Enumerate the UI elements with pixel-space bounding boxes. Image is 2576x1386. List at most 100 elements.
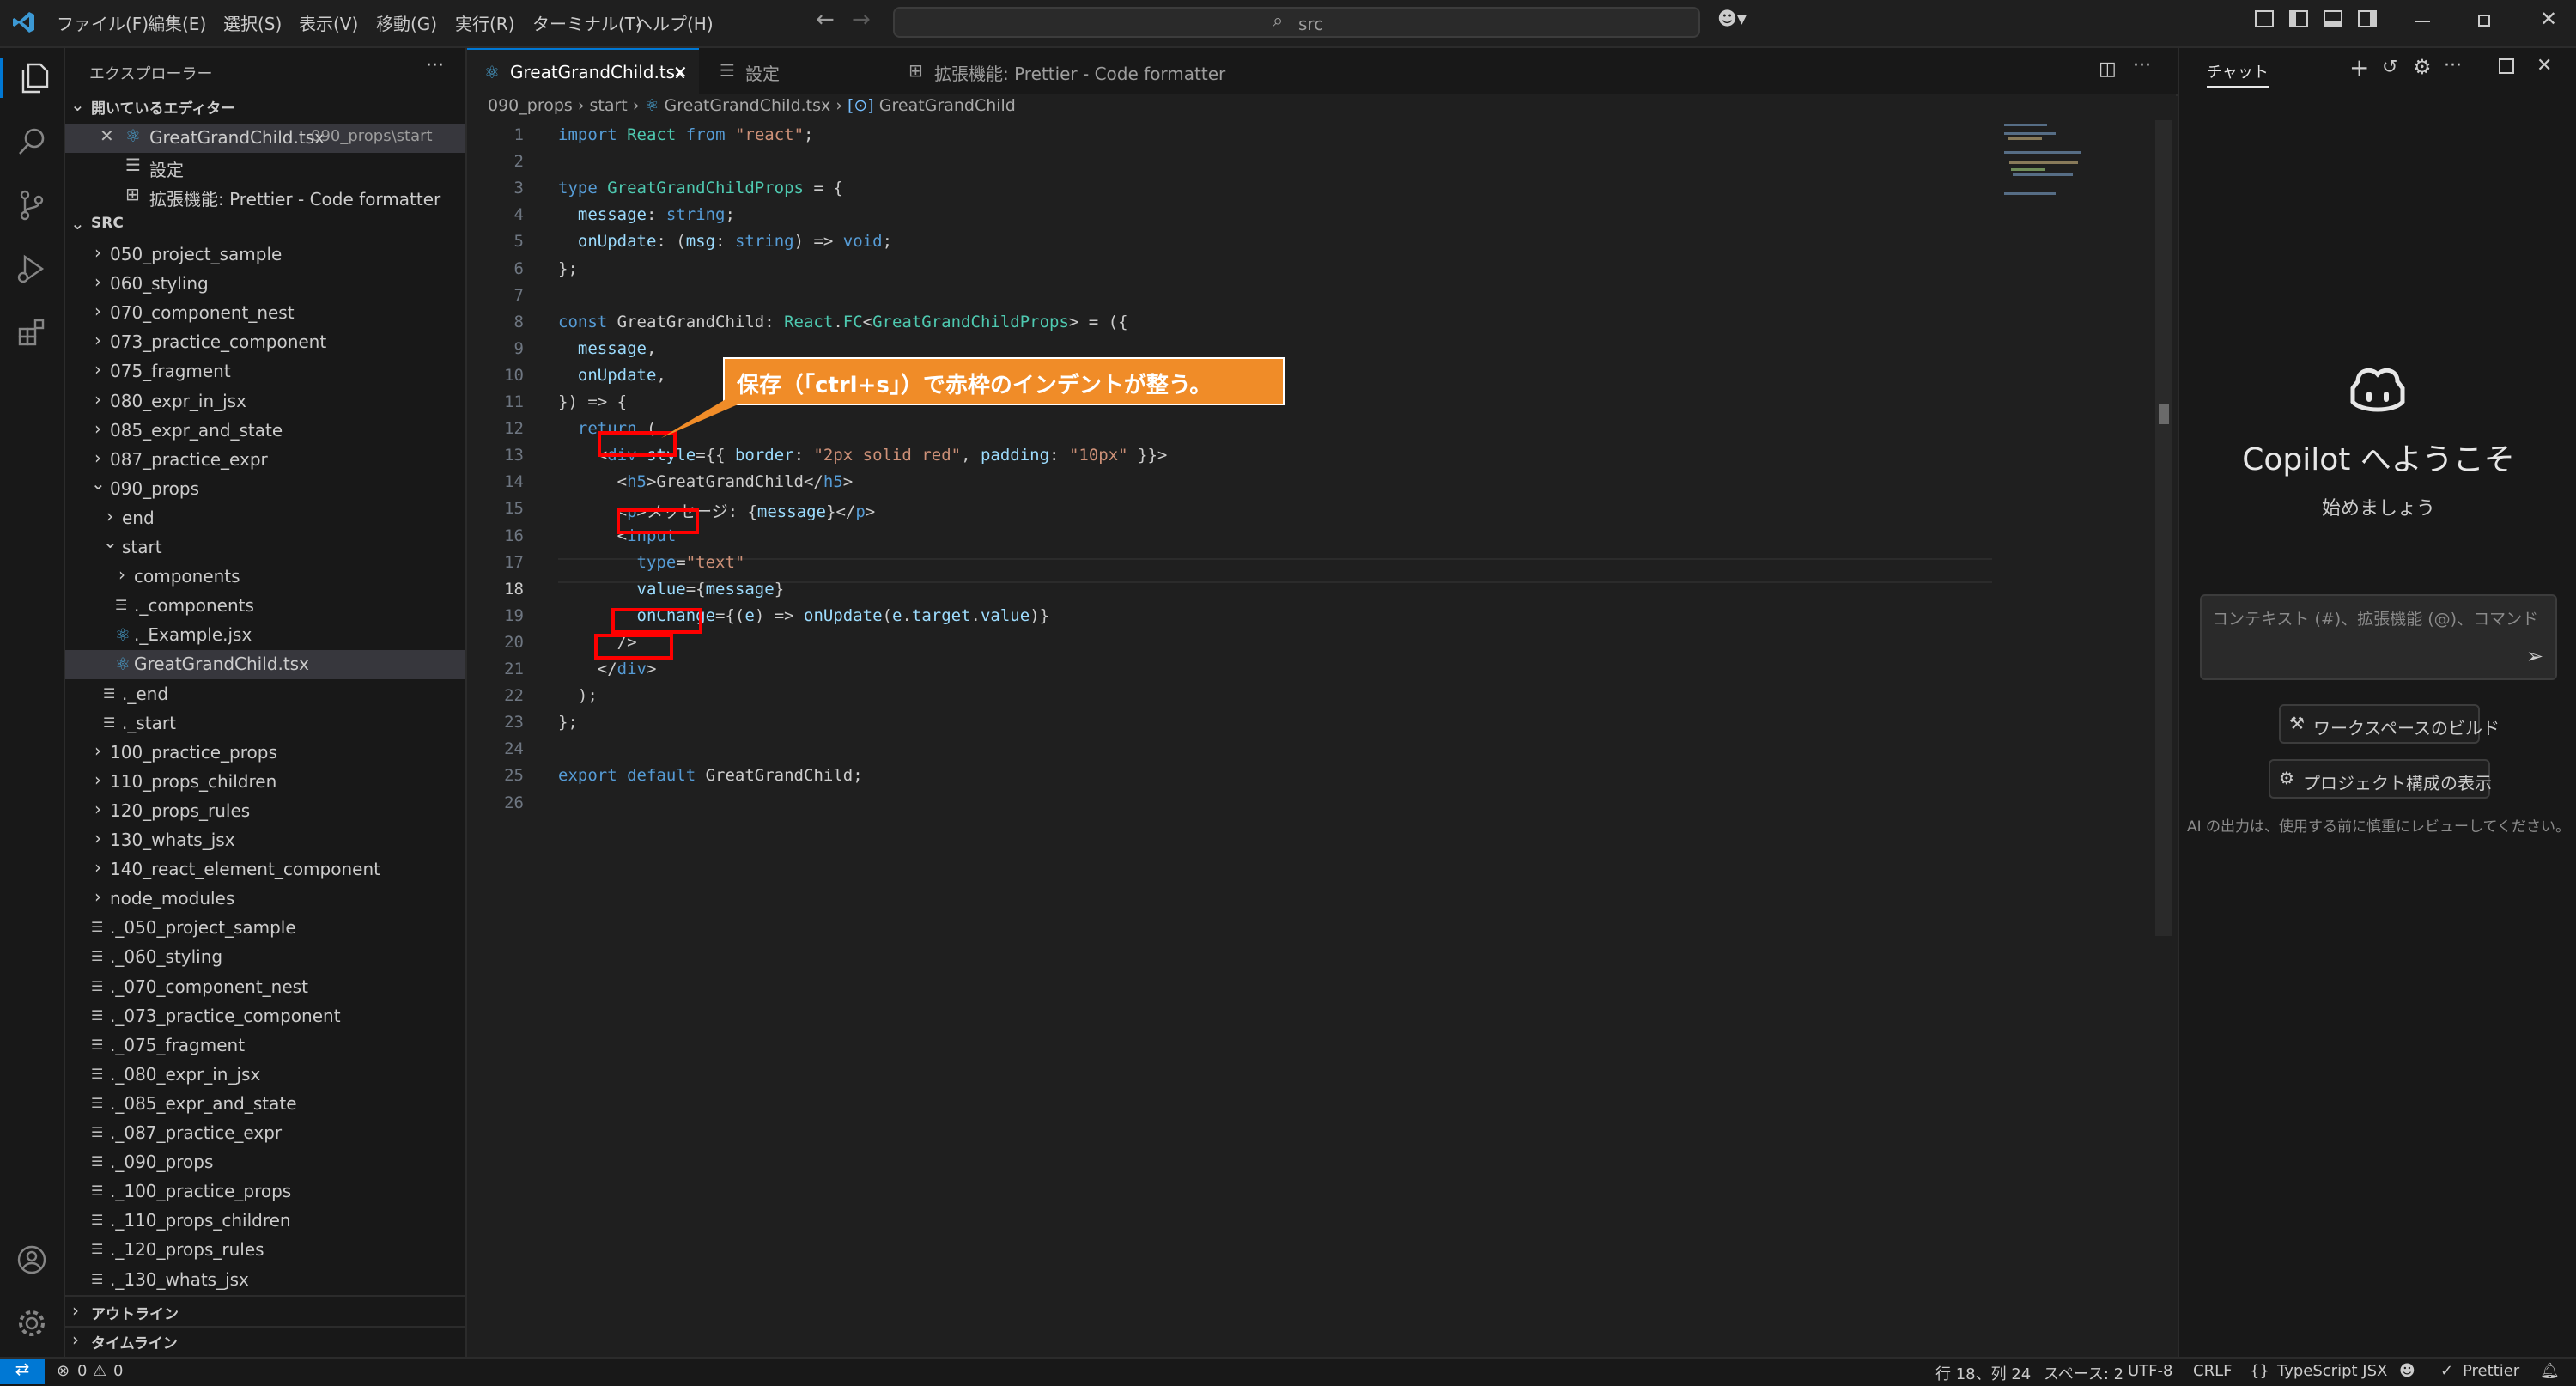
breadcrumb-item[interactable]: start xyxy=(590,96,628,115)
tree-file-item[interactable]: ⚛ GreatGrandChild.tsx xyxy=(65,650,465,680)
close-window-icon[interactable]: ✕ xyxy=(2540,7,2557,31)
warning-icon[interactable]: ⚠ xyxy=(93,1362,106,1380)
tab-greatgrandchild[interactable]: ⚛ GreatGrandChild.tsx ✕ xyxy=(467,48,699,96)
code-line[interactable]: message, xyxy=(558,339,657,358)
code-line[interactable]: type="text" xyxy=(558,553,745,572)
encoding[interactable]: UTF-8 xyxy=(2128,1362,2172,1380)
code-editor[interactable] xyxy=(467,94,2176,1357)
notifications-bell-icon[interactable]: 🔔︎ xyxy=(2540,1362,2560,1380)
open-editors-header[interactable]: ⌄ 開いているエディター xyxy=(65,93,465,122)
toggle-sidebar-icon[interactable] xyxy=(2289,10,2308,27)
tree-folder-item[interactable]: ⌄ start xyxy=(65,532,465,562)
breadcrumb-item[interactable]: 090_props xyxy=(488,96,573,115)
code-line[interactable]: }; xyxy=(558,259,578,278)
error-count[interactable]: 0 xyxy=(77,1362,87,1380)
editor-more-icon[interactable]: ··· xyxy=(2133,55,2151,76)
timeline-section[interactable]: › タイムライン xyxy=(65,1328,465,1357)
code-line[interactable]: <p>メッセージ: {message}</p> xyxy=(558,499,876,522)
tree-folder-item[interactable]: › 050_project_sample xyxy=(65,240,465,270)
split-editor-icon[interactable]: ◫ xyxy=(2099,58,2117,80)
minimap[interactable] xyxy=(2001,120,2087,198)
forward-arrow-icon[interactable]: → xyxy=(852,7,871,33)
tree-folder-item[interactable]: › end xyxy=(65,504,465,533)
back-arrow-icon[interactable]: ← xyxy=(816,7,835,33)
chat-title[interactable]: チャット xyxy=(2207,60,2269,88)
toggle-panel-icon[interactable] xyxy=(2324,10,2342,27)
tree-file-item[interactable]: ☰ ._110_props_children xyxy=(65,1207,465,1236)
customize-layout-icon[interactable] xyxy=(2255,10,2274,27)
tree-folder-item[interactable]: › 073_practice_component xyxy=(65,328,465,357)
explorer-more-icon[interactable]: ··· xyxy=(426,55,444,76)
tree-file-item[interactable]: ☰ ._130_whats_jsx xyxy=(65,1266,465,1295)
tree-file-item[interactable]: ☰ ._components xyxy=(65,592,465,621)
tree-file-item[interactable]: ☰ ._070_component_nest xyxy=(65,973,465,1002)
menu-selection[interactable]: 選択(S) xyxy=(223,10,282,35)
code-line[interactable]: onUpdate: (msg: string) => void; xyxy=(558,232,892,251)
command-center-search[interactable]: ⌕ src xyxy=(893,7,1700,38)
restore-icon[interactable] xyxy=(2478,15,2490,27)
gear-icon[interactable]: ⚙ xyxy=(2413,55,2432,79)
menu-file[interactable]: ファイル(F) xyxy=(57,10,149,35)
tree-file-item[interactable]: ☰ ._073_practice_component xyxy=(65,1002,465,1031)
tree-file-item[interactable]: ☰ ._start xyxy=(65,709,465,739)
indentation[interactable]: スペース: 2 xyxy=(2044,1362,2123,1384)
chat-input-box[interactable]: コンテキスト (#)、拡張機能 (@)、コマンド ➢ xyxy=(2200,594,2557,680)
prettier-status[interactable]: Prettier xyxy=(2463,1362,2519,1380)
open-editor-item[interactable]: ✕ ⚛ GreatGrandChild.tsx 090_props\start xyxy=(65,124,465,153)
tree-file-item[interactable]: ☰ ._050_project_sample xyxy=(65,914,465,943)
code-line[interactable]: type GreatGrandChildProps = { xyxy=(558,179,843,198)
src-header[interactable]: ⌄ SRC xyxy=(65,211,465,240)
close-icon[interactable]: ✕ xyxy=(2537,55,2552,76)
breadcrumb-item[interactable]: GreatGrandChild.tsx xyxy=(665,96,831,115)
outline-section[interactable]: › アウトライン xyxy=(65,1298,465,1328)
tab-settings[interactable]: ☰ 設定 xyxy=(701,48,872,94)
copilot-status-icon[interactable]: ☻ xyxy=(2399,1362,2415,1380)
tree-file-item[interactable]: ☰ ._087_practice_expr xyxy=(65,1119,465,1148)
tree-folder-item[interactable]: › node_modules xyxy=(65,884,465,914)
tree-folder-item[interactable]: › 080_expr_in_jsx xyxy=(65,387,465,416)
tree-folder-item[interactable]: ⌄ 090_props xyxy=(65,473,465,504)
tree-folder-item[interactable]: › 120_props_rules xyxy=(65,797,465,826)
tree-folder-item[interactable]: › 075_fragment xyxy=(65,357,465,386)
send-icon[interactable]: ➢ xyxy=(2526,644,2543,668)
tree-folder-item[interactable]: › 070_component_nest xyxy=(65,299,465,328)
error-icon[interactable]: ⊗ xyxy=(57,1362,70,1380)
open-editor-item[interactable]: ☰ 設定 xyxy=(65,153,465,182)
tree-file-item[interactable]: ☰ ._090_props xyxy=(65,1148,465,1177)
tree-folder-item[interactable]: › 110_props_children xyxy=(65,768,465,797)
menu-edit[interactable]: 編集(E) xyxy=(148,10,206,35)
code-line[interactable]: export default GreatGrandChild; xyxy=(558,766,863,785)
tree-file-item[interactable]: ☰ ._060_styling xyxy=(65,943,465,972)
code-line[interactable]: message: string; xyxy=(558,205,735,224)
new-chat-icon[interactable]: + xyxy=(2349,53,2369,82)
tab-prettier-extension[interactable]: ⊞ 拡張機能: Prettier - Code formatter xyxy=(874,48,1235,94)
source-control-icon[interactable] xyxy=(12,185,52,225)
tree-file-item[interactable]: ⚛ ._Example.jsx xyxy=(65,621,465,650)
code-line[interactable]: value={message} xyxy=(558,580,785,599)
menu-view[interactable]: 表示(V) xyxy=(299,10,358,35)
code-line[interactable]: ); xyxy=(558,686,598,705)
copilot-icon[interactable]: ☻▾ xyxy=(1717,9,1747,30)
manage-gear-icon[interactable] xyxy=(12,1304,52,1343)
code-line[interactable]: import React from "react"; xyxy=(558,125,814,144)
show-project-structure-button[interactable]: ⚙ プロジェクト構成の表示 xyxy=(2269,759,2492,799)
code-line[interactable]: onUpdate, xyxy=(558,366,666,385)
tree-folder-item[interactable]: › 140_react_element_component xyxy=(65,855,465,884)
tree-folder-item[interactable]: › 100_practice_props xyxy=(65,739,465,768)
tree-folder-item[interactable]: › 060_styling xyxy=(65,270,465,299)
search-icon[interactable] xyxy=(12,122,52,161)
run-debug-icon[interactable] xyxy=(12,249,52,289)
breadcrumb-item[interactable]: GreatGrandChild xyxy=(879,96,1016,115)
tree-folder-item[interactable]: › 087_practice_expr xyxy=(65,446,465,475)
menu-terminal[interactable]: ターミナル(T) xyxy=(532,10,642,35)
history-icon[interactable]: ↺ xyxy=(2382,57,2397,78)
code-line[interactable]: <h5>GreatGrandChild</h5> xyxy=(558,472,854,491)
chat-more-icon[interactable]: ··· xyxy=(2444,55,2462,76)
maximize-icon[interactable] xyxy=(2499,58,2514,74)
open-editor-item[interactable]: ⊞ 拡張機能: Prettier - Code formatter xyxy=(65,182,465,211)
code-line[interactable]: }) => { xyxy=(558,392,627,411)
menu-go[interactable]: 移動(G) xyxy=(376,10,437,35)
warning-count[interactable]: 0 xyxy=(113,1362,123,1380)
code-line[interactable]: }; xyxy=(558,713,578,732)
cursor-position[interactable]: 行 18、列 24 xyxy=(1935,1362,2031,1384)
